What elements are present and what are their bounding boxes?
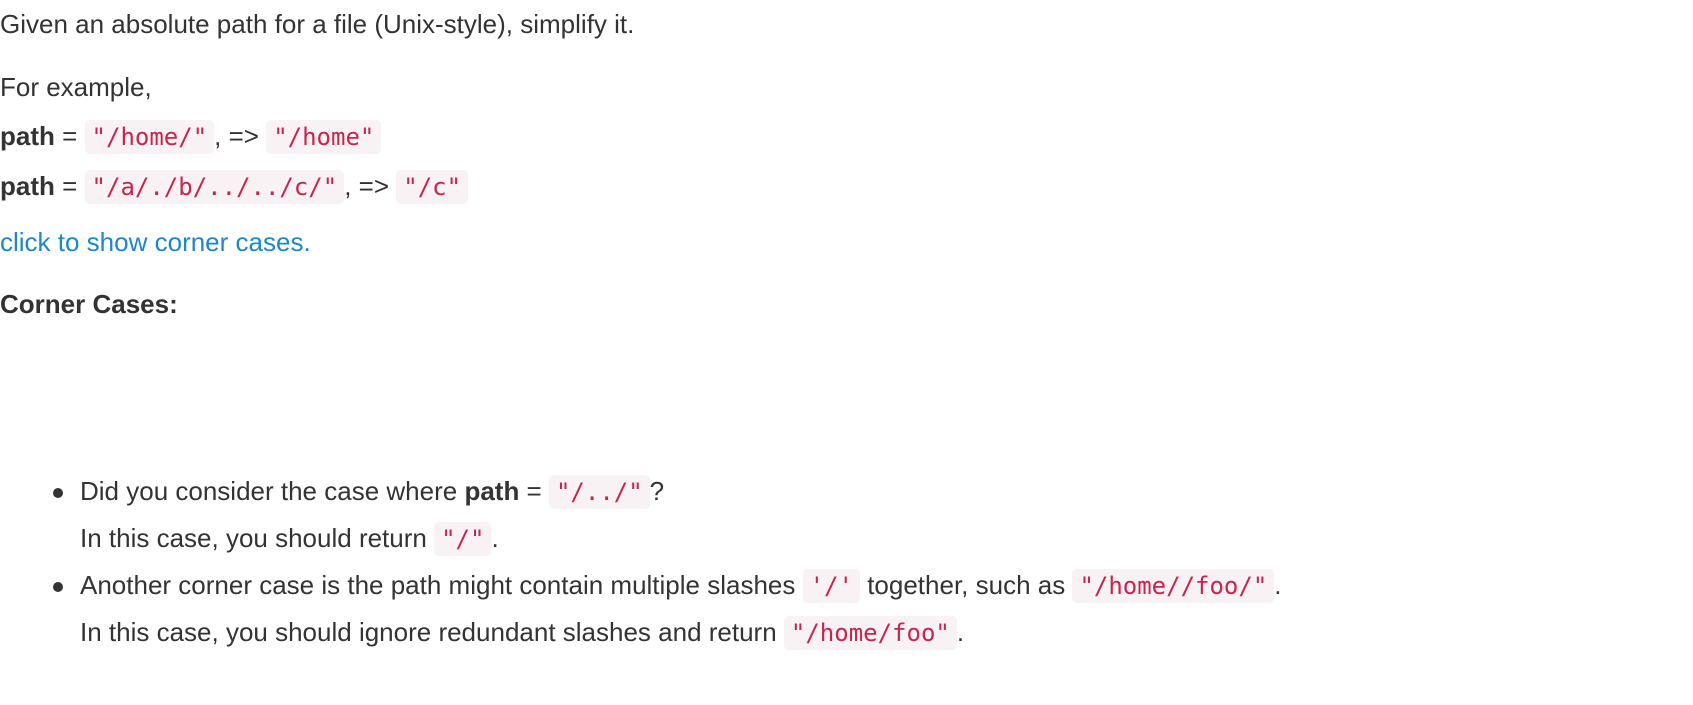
example-2-arrow: , => — [344, 171, 390, 201]
corner-cases-link-paragraph: click to show corner cases. — [0, 218, 311, 267]
case-1-line2-after: . — [491, 523, 499, 553]
case-1-text-before: Did you consider the case where — [80, 476, 465, 506]
intro-paragraph: Given an absolute path for a file (Unix-… — [0, 0, 634, 49]
case-2-line2-after: . — [956, 617, 965, 647]
case-2-text-mid: together, such as — [859, 570, 1073, 600]
corner-cases-heading: Corner Cases: — [0, 289, 178, 319]
corner-cases-list: Did you consider the case where path = "… — [0, 468, 1282, 656]
case-1-line2-before: In this case, you should return — [80, 523, 435, 553]
case-1-code: "/../" — [548, 475, 650, 509]
example-2-output: "/c" — [396, 170, 469, 204]
example-1-equals: = — [62, 121, 78, 151]
case-2-code-2: "/home//foo/" — [1072, 569, 1275, 603]
case-2-code: '/' — [802, 569, 860, 603]
case-2-text-before: Another corner case is the path might co… — [80, 570, 803, 600]
example-1-output: "/home" — [266, 120, 382, 154]
bullet-icon — [53, 488, 63, 498]
example-2-equals: = — [62, 171, 78, 201]
case-1-text-after: ? — [649, 476, 665, 506]
example-heading: For example, — [0, 72, 152, 102]
case-1-bold: path — [464, 476, 520, 506]
case-2-line2-before: In this case, you should ignore redundan… — [80, 617, 784, 647]
example-1-label: path — [0, 121, 55, 151]
case-2-text-after: . — [1274, 570, 1282, 600]
example-paragraph: For example, path = "/home/", => "/home"… — [0, 63, 469, 212]
show-corner-cases-link[interactable]: click to show corner cases. — [0, 227, 311, 257]
list-item: Did you consider the case where path = "… — [53, 468, 1282, 562]
example-2-label: path — [0, 171, 55, 201]
case-2-line2-code: "/home/foo" — [783, 616, 957, 650]
case-1-line2-code: "/" — [434, 522, 492, 556]
example-2-input: "/a/./b/../../c/" — [84, 170, 345, 204]
example-1-input: "/home/" — [84, 120, 215, 154]
case-1-equals: = — [519, 476, 549, 506]
list-item: Another corner case is the path might co… — [53, 562, 1282, 656]
example-1-arrow: , => — [214, 121, 259, 151]
intro-text: Given an absolute path for a file (Unix-… — [0, 9, 635, 39]
bullet-icon — [53, 582, 63, 592]
corner-cases-heading-paragraph: Corner Cases: — [0, 280, 178, 329]
